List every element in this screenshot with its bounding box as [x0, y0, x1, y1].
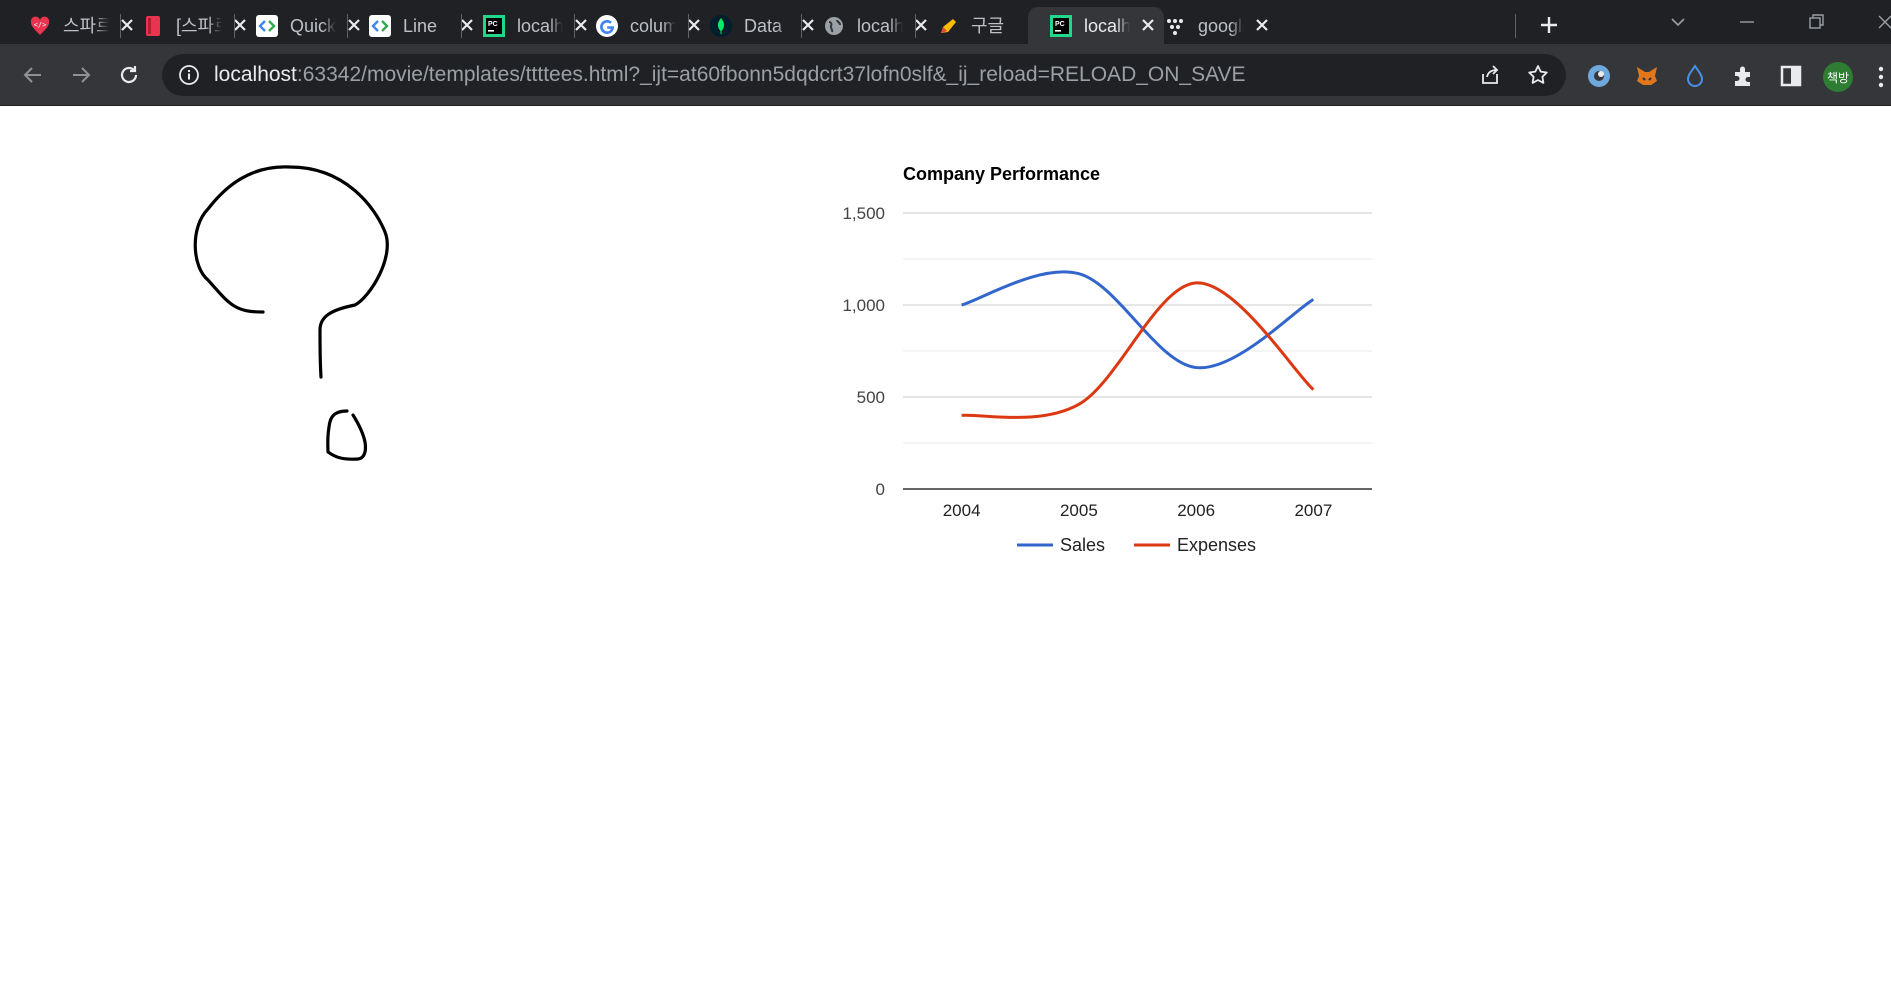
tab-title: Quick — [290, 16, 336, 36]
url-host: localhost — [214, 63, 297, 86]
google-g-icon — [596, 15, 618, 37]
ext-button-4[interactable] — [1778, 63, 1804, 89]
x-tick-label: 2004 — [943, 501, 981, 520]
y-tick-label: 1,500 — [842, 204, 885, 223]
x-tick-label: 2007 — [1294, 501, 1332, 520]
tab-10[interactable]: google — [1142, 7, 1278, 44]
tab-title: 스파르타 — [63, 16, 109, 36]
reload-icon — [120, 66, 138, 84]
side-panel-icon — [1780, 65, 1802, 87]
tab-title: [스파르타 — [176, 16, 222, 36]
svg-text:PC: PC — [1055, 21, 1065, 28]
legend-label: Sales — [1060, 535, 1105, 555]
tab-title: column — [630, 16, 676, 36]
tab-strip: </> 스파르타 [스파르타 Quick Line PC localhost column Da… — [0, 0, 1891, 44]
close-window-button[interactable] — [1865, 8, 1891, 36]
restore-icon — [1809, 14, 1824, 29]
reload-button[interactable] — [113, 59, 145, 91]
legend-label: Expenses — [1177, 535, 1256, 555]
browser-menu-button[interactable] — [1874, 62, 1888, 92]
address-bar[interactable]: localhost:63342/movie/templates/ttttees.… — [162, 54, 1566, 96]
tab-title: google — [1198, 16, 1244, 36]
tab-title: Data — [744, 16, 783, 36]
restore-button[interactable] — [1796, 8, 1836, 36]
chart-title: Company Performance — [903, 164, 1100, 184]
minimize-icon — [1740, 21, 1754, 23]
pycharm-icon: PC — [1050, 15, 1072, 37]
drawn-question-mark — [193, 165, 389, 379]
ext-button-3[interactable] — [1730, 63, 1756, 89]
info-icon[interactable] — [178, 64, 200, 86]
minimize-button[interactable] — [1727, 8, 1767, 36]
sparta-code-icon: </> — [29, 15, 51, 37]
chart-series — [961, 270, 1315, 419]
tab-search-button[interactable] — [1658, 8, 1698, 36]
three-dots-vertical-icon — [1878, 66, 1884, 88]
drawing-canvas[interactable] — [160, 147, 480, 477]
tab-title: localhost — [857, 16, 903, 36]
pencil-icon — [937, 15, 959, 37]
page-content: Company Performance 0 500 1,000 1,500 2004 2… — [0, 107, 1891, 988]
url-text[interactable]: localhost:63342/movie/templates/ttttees.… — [214, 63, 1246, 87]
line-chart: Company Performance 05001,0001,500 2004 2… — [842, 164, 1372, 555]
tab-title: localhost — [1084, 16, 1130, 36]
tab-separator — [1515, 14, 1516, 38]
drawn-question-dot — [326, 409, 368, 461]
arrow-right-icon — [73, 67, 91, 83]
y-tick-label: 0 — [876, 480, 885, 499]
svg-text:</>: </> — [34, 21, 47, 29]
x-axis-ticks: 2004 2005 2006 2007 — [943, 501, 1333, 520]
url-path: :63342/movie/templates/ttttees.html?_ijt… — [296, 63, 1246, 86]
google-developers-icon — [256, 15, 278, 37]
edge-swirl-icon — [1588, 65, 1610, 87]
close-icon — [1255, 16, 1269, 37]
browser-toolbar: localhost:63342/movie/templates/ttttees.… — [0, 44, 1891, 106]
forward-button[interactable] — [65, 59, 97, 91]
y-tick-label: 500 — [857, 388, 885, 407]
tab-close-button[interactable] — [1252, 16, 1272, 36]
ext-button-1[interactable] — [1634, 63, 1660, 89]
google-developers-icon — [369, 15, 391, 37]
tab-title: localhost — [517, 16, 563, 36]
back-button[interactable] — [17, 59, 49, 91]
x-tick-label: 2005 — [1060, 501, 1098, 520]
chart-legend: Sales Expenses — [1017, 535, 1256, 555]
x-tick-label: 2006 — [1177, 501, 1215, 520]
chevron-down-icon — [1671, 18, 1685, 27]
chart-grid — [903, 212, 1372, 490]
metamask-fox-icon — [1637, 67, 1657, 85]
bookmark-star-icon[interactable] — [1526, 63, 1550, 87]
tab-title: 구글 — [971, 16, 1005, 36]
water-drop-icon — [1686, 64, 1704, 87]
share-icon[interactable] — [1478, 63, 1502, 87]
browser-window: </> 스파르타 [스파르타 Quick Line PC localhost column Da… — [0, 0, 1891, 988]
new-tab-button[interactable] — [1535, 11, 1563, 39]
plus-icon — [1541, 17, 1557, 33]
puzzle-extensions-icon — [1735, 66, 1750, 86]
series-line-sales — [961, 270, 1315, 370]
svg-text:PC: PC — [488, 21, 498, 28]
close-icon — [1878, 15, 1891, 29]
arrow-left-icon — [23, 67, 41, 83]
y-axis-ticks: 0 500 1,000 1,500 — [842, 204, 885, 499]
globe-icon — [823, 15, 845, 37]
profile-avatar[interactable]: 책방 — [1823, 62, 1853, 92]
red-bookmark-icon — [142, 15, 164, 37]
tab-title: Line — [403, 16, 438, 36]
dots-icon — [1164, 15, 1186, 37]
ext-button-0[interactable] — [1586, 63, 1612, 89]
pycharm-icon: PC — [483, 15, 505, 37]
ext-button-2[interactable] — [1682, 63, 1708, 89]
y-tick-label: 1,000 — [842, 296, 885, 315]
mongodb-leaf-icon — [710, 15, 732, 37]
